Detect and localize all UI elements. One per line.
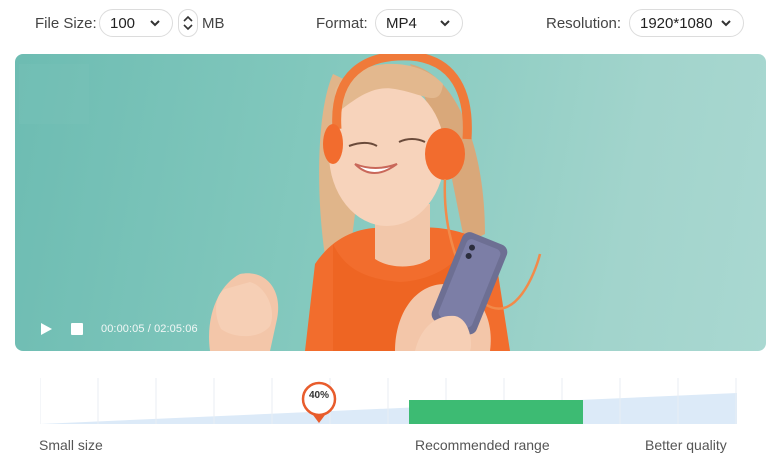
file-size-unit: MB: [202, 15, 225, 32]
headphone-cup: [425, 128, 465, 180]
chevron-down-icon: [150, 20, 160, 27]
format-dropdown[interactable]: MP4: [375, 9, 463, 37]
format-value: MP4: [386, 14, 417, 32]
recommended-range-bar: [409, 400, 583, 424]
playback-controls: 00:00:05 / 02:05:06: [39, 322, 198, 336]
file-size-dropdown[interactable]: 100: [99, 9, 173, 37]
format-label: Format:: [316, 15, 368, 32]
background-pattern: [19, 64, 89, 124]
resolution-value: 1920*1080: [640, 14, 713, 32]
slider-value-label: 40%: [308, 390, 329, 401]
quality-slider[interactable]: 40%: [40, 378, 737, 426]
quality-track[interactable]: [40, 378, 737, 426]
small-size-label: Small size: [39, 437, 103, 453]
slider-thumb-pin-icon: [301, 381, 337, 423]
file-size-value: 100: [110, 14, 136, 32]
video-frame-image: [19, 54, 542, 351]
video-preview[interactable]: 00:00:05 / 02:05:06: [15, 54, 766, 351]
chevron-down-icon: [440, 20, 450, 27]
file-size-stepper[interactable]: [178, 9, 198, 37]
stop-icon[interactable]: [71, 323, 83, 335]
resolution-label: Resolution:: [546, 15, 622, 32]
playback-timecode: 00:00:05 / 02:05:06: [101, 323, 198, 335]
play-icon[interactable]: [39, 322, 53, 336]
file-size-label: File Size:: [35, 15, 97, 32]
chevron-down-icon: [721, 20, 731, 27]
resolution-dropdown[interactable]: 1920*1080: [629, 9, 744, 37]
quality-slider-thumb[interactable]: 40%: [300, 380, 340, 426]
headphone-cup: [323, 124, 343, 164]
better-quality-label: Better quality: [645, 437, 727, 453]
recommended-range-label: Recommended range: [415, 437, 550, 453]
chevron-up-icon[interactable]: [183, 14, 193, 23]
chevron-down-icon[interactable]: [183, 23, 193, 32]
export-settings-toolbar: File Size: 100 MB Format: MP4 Resolution…: [0, 0, 771, 48]
